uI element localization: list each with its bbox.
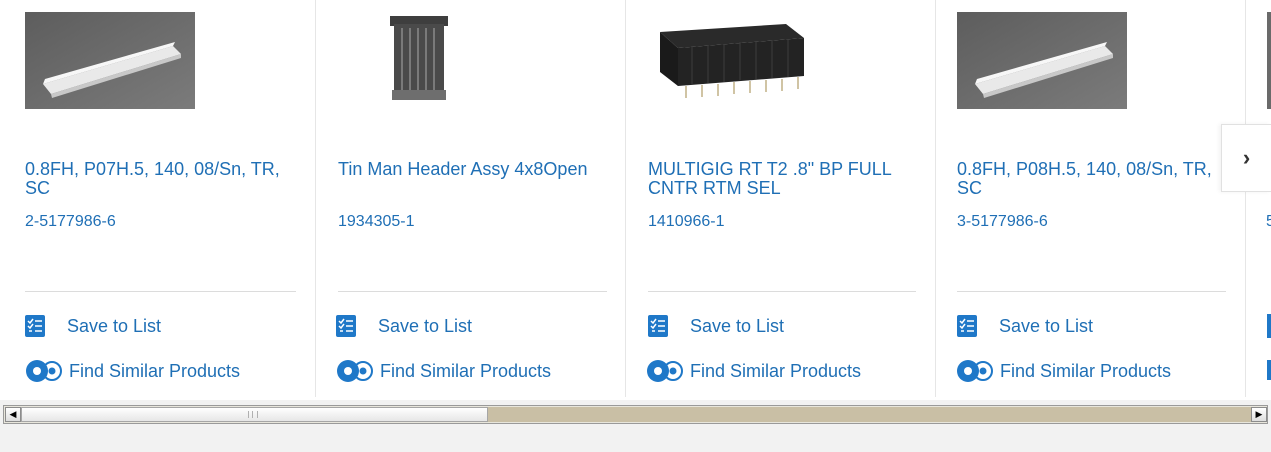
find-similar-button[interactable]: Find Similar Products	[25, 358, 240, 384]
gears-icon	[957, 360, 993, 382]
gears-icon	[647, 360, 683, 382]
gears-icon	[337, 360, 373, 382]
card-divider	[957, 291, 1226, 292]
scroll-right-button[interactable]: ▶	[1251, 407, 1267, 422]
save-to-list-label: Save to List	[690, 315, 785, 336]
checklist-icon	[336, 315, 356, 337]
product-image[interactable]	[388, 16, 450, 102]
product-title[interactable]: Tin Man Header Assy 4x8Open	[338, 160, 618, 179]
gears-icon[interactable]	[1267, 360, 1271, 380]
part-number[interactable]: 5	[1266, 213, 1271, 231]
gears-icon	[26, 360, 62, 382]
part-number[interactable]: 3-5177986-6	[957, 213, 1048, 231]
product-card: Tin Man Header Assy 4x8Open 1934305-1 Sa…	[316, 0, 626, 397]
find-similar-label: Find Similar Products	[69, 360, 241, 381]
scrollbar-track[interactable]	[488, 407, 1251, 422]
chevron-right-icon: ›	[1242, 145, 1251, 170]
find-similar-label: Find Similar Products	[1000, 360, 1172, 381]
product-title[interactable]: 0.8FH, P08H.5, 140, 08/Sn, TR, SC	[957, 160, 1237, 198]
scroll-left-button[interactable]: ◀	[5, 407, 21, 422]
save-to-list-button[interactable]: Save to List	[25, 315, 161, 337]
card-divider	[338, 291, 607, 292]
scrollbar-thumb[interactable]	[21, 407, 488, 422]
save-to-list-button[interactable]: Save to List	[648, 315, 784, 337]
find-similar-label: Find Similar Products	[380, 360, 552, 381]
part-number[interactable]: 2-5177986-6	[25, 213, 116, 231]
product-card-partial: 5	[1257, 0, 1271, 397]
part-number[interactable]: 1410966-1	[648, 213, 725, 231]
product-image[interactable]	[656, 20, 808, 102]
product-title[interactable]: 0.8FH, P07H.5, 140, 08/Sn, TR, SC	[25, 160, 305, 198]
product-carousel: 0.8FH, P07H.5, 140, 08/Sn, TR, SC 2-5177…	[0, 0, 1271, 400]
save-to-list-label: Save to List	[999, 315, 1094, 336]
save-to-list-button[interactable]: Save to List	[957, 315, 1093, 337]
checklist-icon	[25, 315, 45, 337]
checklist-icon	[957, 315, 977, 337]
save-to-list-label: Save to List	[67, 315, 162, 336]
save-to-list-button[interactable]: Save to List	[336, 315, 472, 337]
product-card: 0.8FH, P07H.5, 140, 08/Sn, TR, SC 2-5177…	[0, 0, 316, 397]
product-card: 0.8FH, P08H.5, 140, 08/Sn, TR, SC 3-5177…	[936, 0, 1246, 397]
carousel-next-button[interactable]: ›	[1221, 124, 1271, 192]
horizontal-scrollbar[interactable]: ◀ ▶	[3, 405, 1268, 424]
card-divider	[648, 291, 916, 292]
product-card: MULTIGIG RT T2 .8" BP FULL CNTR RTM SEL …	[626, 0, 936, 397]
product-title[interactable]: MULTIGIG RT T2 .8" BP FULL CNTR RTM SEL	[648, 160, 928, 198]
product-image[interactable]	[25, 12, 195, 109]
card-separator	[1245, 0, 1246, 397]
product-image[interactable]	[1267, 12, 1271, 109]
part-number[interactable]: 1934305-1	[338, 213, 415, 231]
find-similar-label: Find Similar Products	[690, 360, 862, 381]
find-similar-button[interactable]: Find Similar Products	[646, 358, 861, 384]
checklist-icon[interactable]	[1267, 314, 1271, 338]
checklist-icon	[648, 315, 668, 337]
save-to-list-label: Save to List	[378, 315, 473, 336]
grip-icon	[248, 411, 258, 418]
product-image[interactable]	[957, 12, 1127, 109]
find-similar-button[interactable]: Find Similar Products	[336, 358, 551, 384]
card-divider	[25, 291, 296, 292]
find-similar-button[interactable]: Find Similar Products	[956, 358, 1171, 384]
